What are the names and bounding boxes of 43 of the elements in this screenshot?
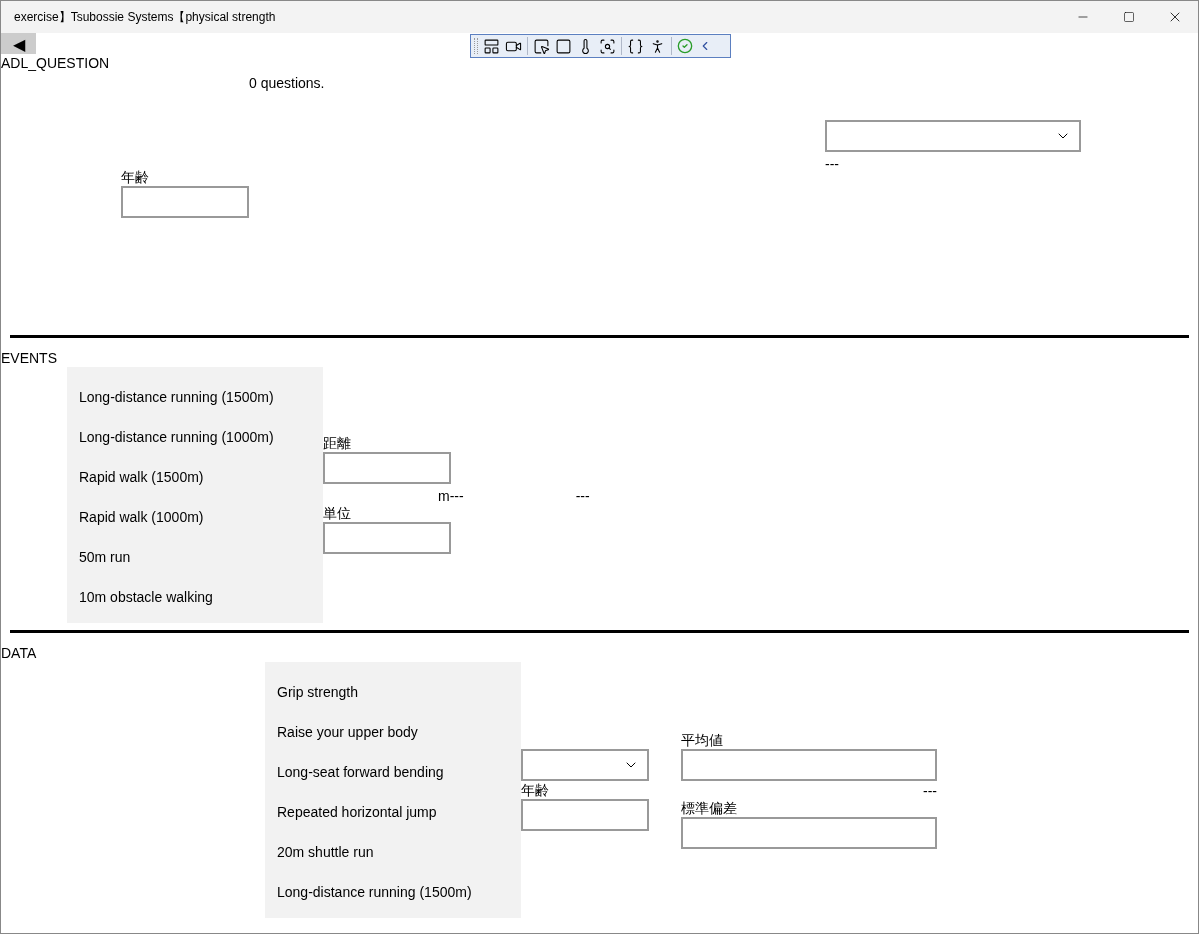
pointer-icon[interactable]: [533, 37, 550, 55]
list-item[interactable]: Rapid walk (1500m): [67, 457, 323, 497]
check-icon[interactable]: [677, 38, 693, 54]
list-item[interactable]: Grip strength: [265, 672, 521, 712]
unit-reading: m---: [438, 488, 464, 505]
mean-note: ---: [923, 783, 937, 800]
dropdown-note: ---: [825, 156, 839, 173]
section-heading: DATA: [1, 645, 37, 662]
field-label: 年齢: [121, 169, 149, 186]
field-label: 距離: [323, 435, 351, 452]
list-item[interactable]: Long-distance running (1500m): [265, 872, 521, 912]
layout-icon[interactable]: [483, 37, 500, 55]
list-item[interactable]: Raise your upper body: [265, 712, 521, 752]
input-field[interactable]: [121, 186, 249, 218]
field-label: 平均値: [681, 732, 723, 749]
dropdown[interactable]: [825, 120, 1081, 152]
list-item[interactable]: Repeated horizontal jump: [265, 792, 521, 832]
list-item[interactable]: 20m shuttle run: [265, 832, 521, 872]
back-button[interactable]: ◀: [1, 33, 36, 54]
list-item[interactable]: 50m run: [67, 537, 323, 577]
dropdown[interactable]: [521, 749, 649, 781]
field-label: 標準偏差: [681, 800, 737, 817]
section-heading: ADL_QUESTION: [1, 55, 110, 72]
list-item[interactable]: Rapid walk (1000m): [67, 497, 323, 537]
question-count: 0 questions.: [249, 75, 325, 92]
selection-icon[interactable]: [599, 37, 616, 55]
field-label: 単位: [323, 505, 351, 522]
value-reading: ---: [575, 488, 590, 505]
list-item[interactable]: Long-distance running (1500m): [67, 377, 323, 417]
input-field[interactable]: [323, 522, 451, 554]
list-item[interactable]: Long-seat forward bending: [265, 752, 521, 792]
input-field[interactable]: [323, 452, 451, 484]
section-heading: EVENTS: [1, 350, 57, 367]
input-field[interactable]: [681, 749, 937, 781]
field-label: 年齢: [521, 782, 549, 799]
list-item[interactable]: 10m obstacle walking: [67, 577, 323, 617]
input-field[interactable]: [521, 799, 649, 831]
braces-icon[interactable]: [627, 37, 644, 55]
square-icon[interactable]: [555, 37, 572, 55]
maximize-icon: [1123, 11, 1135, 23]
list-item[interactable]: Long-distance running (1000m): [67, 417, 323, 457]
window-title: exercise】Tsubossie Systems【physical strength: [14, 9, 277, 26]
input-field[interactable]: [681, 817, 937, 849]
